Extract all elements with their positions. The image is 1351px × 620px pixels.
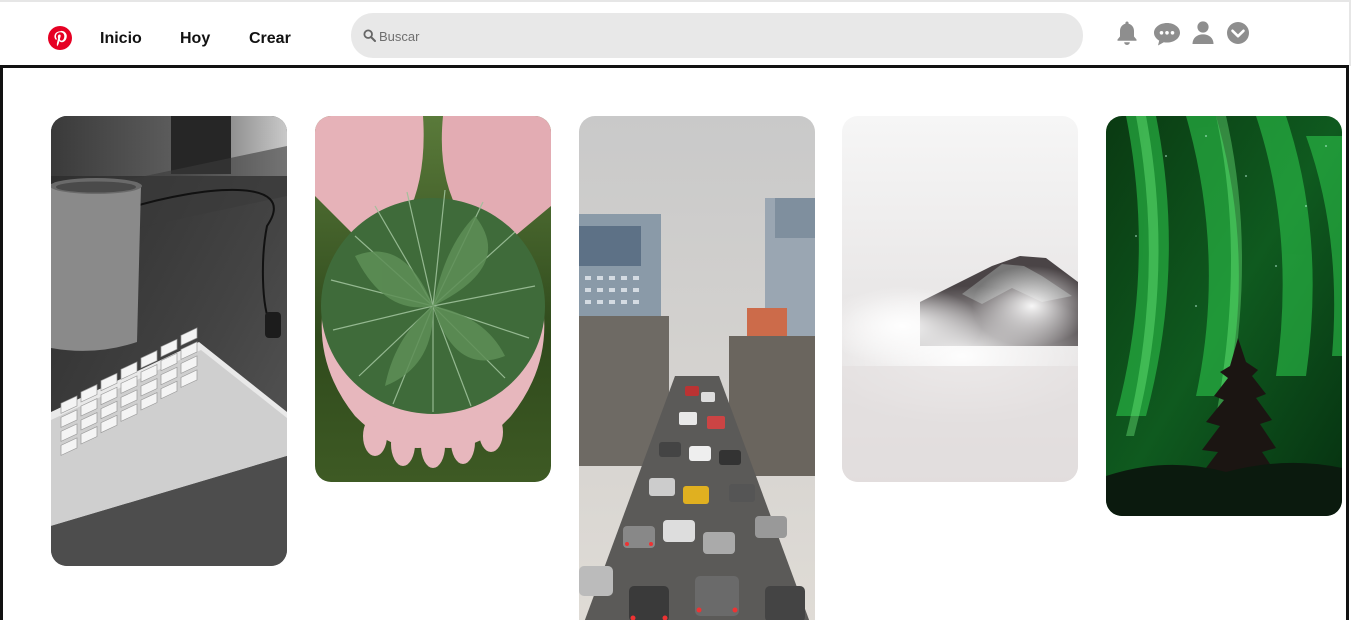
top-navigation-bar: Inicio Hoy Crear <box>0 0 1351 66</box>
green-aurora-photo <box>1106 116 1342 516</box>
pin-city-traffic[interactable] <box>579 116 815 620</box>
nav-home-link[interactable]: Inicio <box>100 30 142 48</box>
pin-keyboard-and-cup[interactable] <box>51 116 287 566</box>
pin-pine-needles[interactable] <box>315 116 551 482</box>
misty-mountain-photo <box>842 116 1078 482</box>
chat-icon[interactable] <box>1152 21 1182 52</box>
nav-create-link[interactable]: Crear <box>249 30 291 48</box>
keyboard-and-cup-photo <box>51 116 287 566</box>
pinterest-logo-icon[interactable] <box>48 26 72 50</box>
user-icon[interactable] <box>1191 19 1215 52</box>
search-bar[interactable] <box>351 13 1083 58</box>
chevron-down-icon[interactable] <box>1226 21 1250 50</box>
search-input[interactable] <box>379 26 1059 46</box>
nav-today-link[interactable]: Hoy <box>180 30 210 48</box>
search-icon <box>363 29 376 47</box>
pin-misty-mountain[interactable] <box>842 116 1078 482</box>
pin-green-aurora[interactable] <box>1106 116 1342 516</box>
pine-needles-in-hands-photo <box>315 116 551 482</box>
city-traffic-photo <box>579 116 815 620</box>
bell-icon[interactable] <box>1114 19 1140 52</box>
